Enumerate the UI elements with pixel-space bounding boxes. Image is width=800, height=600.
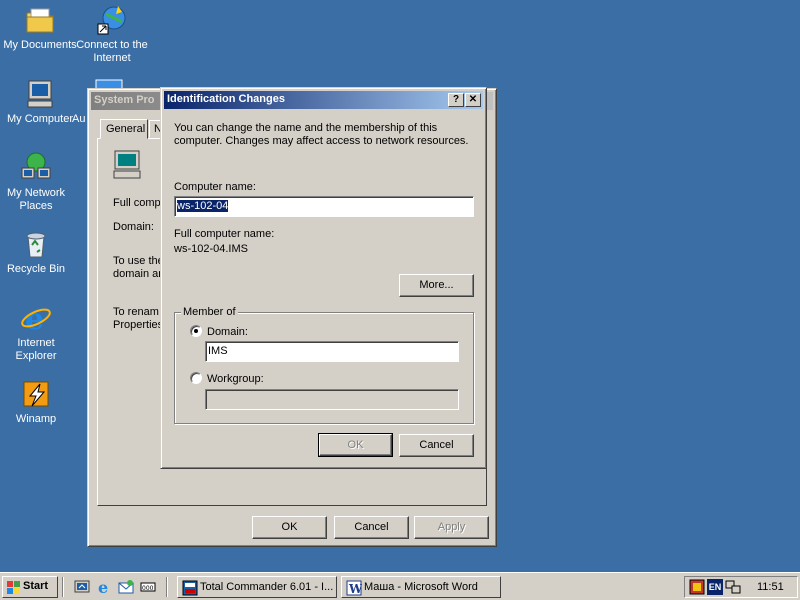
member-of-label: Member of: [181, 306, 238, 318]
help-icon: ?: [452, 94, 460, 105]
tab-label: General: [106, 123, 146, 135]
outlook-express-icon[interactable]: [118, 579, 134, 595]
workgroup-radio[interactable]: [190, 372, 202, 384]
media-player-icon[interactable]: 000: [140, 579, 156, 595]
identification-changes-dialog: Identification Changes ? ✕ You can chang…: [160, 87, 487, 469]
svg-text:000: 000: [142, 585, 154, 592]
more-button[interactable]: More...: [399, 274, 474, 297]
svg-text:e: e: [98, 579, 108, 595]
taskbar-item-word[interactable]: W Маша - Microsoft Word: [341, 576, 501, 598]
folder-icon: [24, 4, 56, 36]
to-rename-text-2: Properties: [113, 319, 164, 331]
help-button[interactable]: ?: [448, 93, 464, 107]
desktop-icon-label: My Network Places: [6, 187, 66, 212]
tab-general[interactable]: General: [100, 119, 148, 139]
to-use-text-2: domain an: [113, 268, 165, 280]
close-button[interactable]: ✕: [465, 93, 481, 107]
window-title: System Pro: [94, 94, 155, 106]
workgroup-input[interactable]: [205, 389, 459, 410]
desktop-icon-recycle-bin[interactable]: Recycle Bin: [0, 228, 76, 276]
svg-text:e: e: [25, 302, 44, 334]
word-icon: W: [346, 580, 363, 597]
apply-button[interactable]: Apply: [414, 516, 489, 539]
cancel-button[interactable]: Cancel: [334, 516, 409, 539]
to-rename-text-1: To renam: [113, 306, 159, 318]
internet-explorer-icon: e: [20, 302, 52, 337]
intro-text-line1: You can change the name and the membersh…: [174, 122, 438, 134]
show-desktop-icon[interactable]: [74, 579, 90, 595]
desktop-icon-network-places[interactable]: My Network Places: [0, 152, 76, 213]
desktop-icon-winamp[interactable]: Winamp: [0, 378, 76, 426]
taskbar-separator: [166, 577, 168, 597]
input-value: ws-102-04: [177, 200, 229, 212]
task-label: Total Commander 6.01 - I...: [200, 581, 334, 593]
dialog-title: Identification Changes: [167, 93, 285, 105]
cancel-button[interactable]: Cancel: [399, 434, 474, 457]
domain-radio-label: Domain:: [207, 326, 248, 338]
network-icon: [20, 152, 52, 184]
desktop-icon-label: Winamp: [15, 413, 57, 425]
full-computer-label: Full compu: [113, 197, 167, 209]
computer-name-label: Computer name:: [174, 181, 256, 194]
taskbar: Start e 000 Total Commander 6.01 - I... …: [0, 572, 800, 600]
desktop-icon-internet-explorer[interactable]: e Internet Explorer: [0, 302, 76, 363]
start-button[interactable]: Start: [2, 576, 58, 598]
taskbar-item-total-commander[interactable]: Total Commander 6.01 - I...: [177, 576, 337, 598]
taskbar-separator: [62, 577, 64, 597]
label-text: Computer name:: [174, 181, 256, 193]
input-value: IMS: [208, 345, 228, 357]
total-commander-icon: [182, 580, 198, 597]
desktop-icon-my-computer[interactable]: My Computer: [0, 78, 80, 126]
task-label: Маша - Microsoft Word: [364, 581, 478, 593]
windows-logo-icon: [7, 581, 21, 597]
system-tray: EN 11:51: [684, 576, 798, 598]
clock[interactable]: 11:51: [757, 581, 784, 593]
winamp-icon: [20, 378, 52, 410]
computer-icon: [24, 78, 56, 110]
desktop-icon-label: Recycle Bin: [6, 263, 66, 275]
full-name-label: Full computer name:: [174, 228, 275, 240]
network-tray-icon[interactable]: [725, 579, 741, 598]
full-name-value: ws-102-04.IMS: [174, 243, 248, 255]
ok-button[interactable]: OK: [318, 433, 393, 457]
intro-text-line2: computer. Changes may affect access to n…: [174, 135, 469, 147]
internet-explorer-icon[interactable]: e: [96, 578, 112, 597]
workgroup-radio-label: Workgroup:: [207, 373, 264, 385]
language-indicator[interactable]: EN: [707, 579, 723, 595]
desktop-icon-connect-internet[interactable]: Connect to the Internet: [72, 4, 152, 65]
to-use-text-1: To use the: [113, 255, 164, 267]
desktop-icon-label: Internet Explorer: [15, 337, 57, 362]
desktop-icon-label: My Documents: [3, 39, 77, 51]
desktop-icon-label: My Computer: [6, 113, 74, 125]
desktop-icon-label: Connect to the Internet: [76, 39, 148, 64]
recycle-bin-icon: [20, 228, 52, 260]
connect-wizard-icon: [96, 4, 128, 36]
domain-radio[interactable]: [190, 325, 202, 337]
computer-name-input[interactable]: ws-102-04: [174, 196, 474, 217]
svg-text:W: W: [348, 582, 362, 596]
tray-app-icon[interactable]: [689, 579, 705, 598]
desktop-icon-my-documents[interactable]: My Documents: [0, 4, 80, 52]
domain-label: Domain:: [113, 221, 154, 233]
start-label: Start: [23, 580, 49, 592]
dialog-titlebar[interactable]: Identification Changes ? ✕: [164, 91, 483, 109]
domain-input[interactable]: IMS: [205, 341, 459, 362]
ok-button[interactable]: OK: [252, 516, 327, 539]
close-icon: ✕: [468, 94, 478, 105]
computer-icon: [112, 149, 144, 184]
